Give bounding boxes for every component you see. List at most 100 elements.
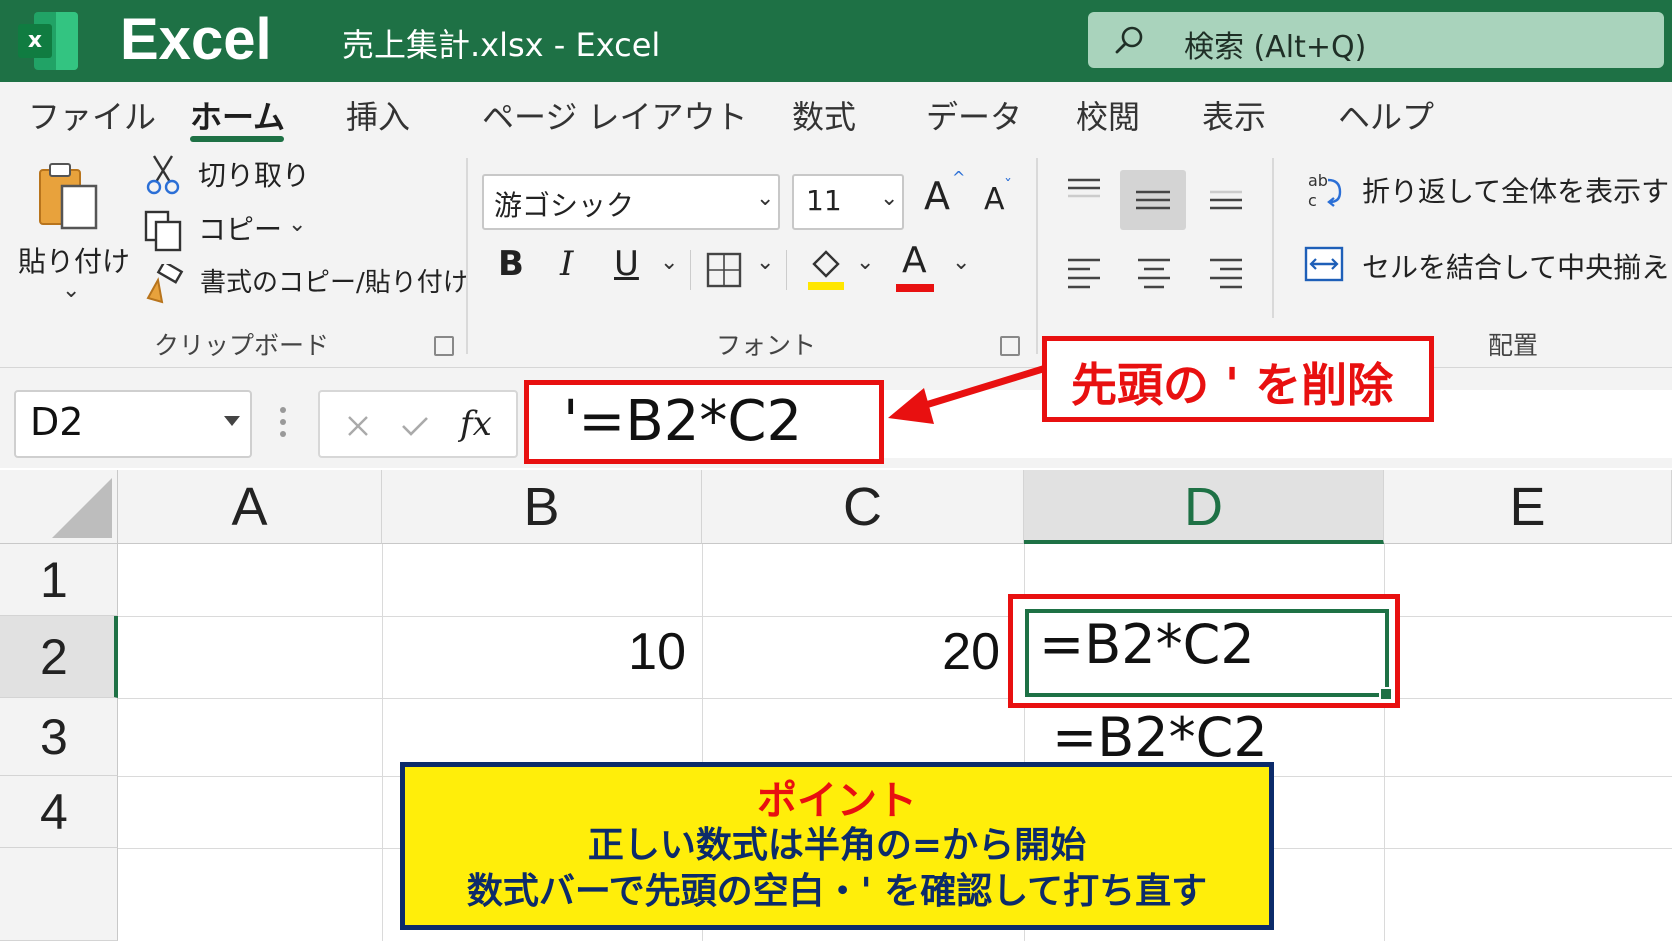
format-painter-icon[interactable]	[144, 264, 184, 304]
tab-formulas[interactable]: 数式	[792, 92, 856, 138]
select-all-button[interactable]	[0, 470, 118, 544]
align-left-icon[interactable]	[1066, 256, 1102, 292]
name-box[interactable]: D2	[14, 390, 252, 458]
font-color-dropdown-icon[interactable]: ⌄	[952, 250, 970, 275]
column-header-c[interactable]: C	[702, 470, 1024, 544]
paste-label: 貼り付け	[18, 245, 131, 278]
row-header-3[interactable]: 3	[0, 698, 118, 776]
tab-help[interactable]: ヘルプ	[1338, 92, 1434, 138]
fill-color-dropdown-icon[interactable]: ⌄	[856, 250, 874, 275]
callout-text: 先頭の ' を削除	[1071, 358, 1394, 412]
borders-dropdown-icon[interactable]: ⌄	[756, 250, 774, 275]
tab-file[interactable]: ファイル	[28, 92, 156, 138]
merge-dropdown-icon[interactable]: ⌄	[1652, 250, 1670, 275]
cell-c2[interactable]: 20	[720, 622, 1000, 682]
font-group-label: フォント	[716, 331, 817, 360]
row-header-5[interactable]	[0, 848, 118, 941]
cut-button[interactable]: 切り取り	[198, 154, 310, 194]
tab-home[interactable]: ホーム	[190, 92, 285, 138]
grow-font-arrow-icon: ^	[952, 168, 966, 187]
column-header-a[interactable]: A	[118, 470, 382, 544]
column-header-d[interactable]: D	[1024, 470, 1384, 544]
tab-insert[interactable]: 挿入	[346, 92, 410, 138]
borders-icon[interactable]	[706, 252, 742, 288]
ribbon-tabs: ファイル ホーム 挿入 ページ レイアウト 数式 データ 校閲 表示 ヘルプ	[0, 82, 1672, 146]
align-top-icon[interactable]	[1066, 176, 1102, 206]
chevron-down-icon: ⌄	[880, 186, 899, 211]
column-header-b[interactable]: B	[382, 470, 702, 544]
tab-data[interactable]: データ	[926, 92, 1022, 138]
font-size-dropdown[interactable]: 11 ⌄	[792, 174, 904, 230]
font-color-swatch	[896, 284, 934, 292]
gridline	[382, 544, 383, 941]
column-header-e[interactable]: E	[1384, 470, 1672, 544]
chevron-down-icon: ⌄	[756, 186, 775, 211]
cancel-icon[interactable]	[346, 414, 370, 438]
align-right-icon[interactable]	[1208, 256, 1244, 292]
cell-b2[interactable]: 10	[400, 622, 686, 682]
divider	[786, 250, 787, 290]
point-note: ポイント 正しい数式は半角の=から開始 数式バーで先頭の空白・' を確認して打ち…	[400, 762, 1274, 930]
fill-color-icon[interactable]	[806, 246, 846, 292]
tab-review[interactable]: 校閲	[1076, 92, 1140, 138]
tab-page-layout[interactable]: ページ レイアウト	[482, 92, 748, 138]
callout-arrow-icon	[888, 364, 1048, 424]
merge-center-icon[interactable]	[1304, 244, 1344, 284]
app-name: Excel	[120, 7, 272, 72]
point-line-1: 正しい数式は半角の=から開始	[587, 825, 1087, 866]
align-center-icon[interactable]	[1136, 256, 1172, 292]
search-box[interactable]: 検索 (Alt+Q)	[1088, 12, 1664, 68]
bold-button[interactable]: B	[498, 244, 524, 284]
clipboard-dialog-launcher-icon[interactable]	[434, 336, 454, 356]
format-painter-button[interactable]: 書式のコピー/貼り付け	[200, 262, 469, 299]
formula-input[interactable]: '=B2*C2	[524, 380, 884, 464]
fill-handle[interactable]	[1379, 687, 1393, 701]
wrap-text-icon[interactable]: ab c	[1306, 170, 1344, 210]
formula-tools: fx	[318, 390, 518, 458]
cell-d3[interactable]: =B2*C2	[1052, 706, 1268, 769]
font-dialog-launcher-icon[interactable]	[1000, 336, 1020, 356]
paste-dropdown-icon[interactable]: ⌄	[62, 278, 80, 303]
font-size-value: 11	[806, 184, 842, 217]
merge-center-button[interactable]: セルを結合して中央揃え	[1362, 246, 1669, 286]
copy-icon[interactable]	[144, 210, 184, 252]
clipboard-group-label: クリップボード	[154, 331, 330, 360]
align-middle-button[interactable]	[1120, 170, 1186, 230]
paste-icon	[39, 163, 98, 230]
excel-logo-icon: x	[18, 12, 80, 70]
point-title: ポイント	[757, 778, 917, 824]
row-header-4[interactable]: 4	[0, 776, 118, 848]
grow-font-button[interactable]: A	[924, 174, 950, 218]
font-name-dropdown[interactable]: 游ゴシック ⌄	[482, 174, 780, 230]
name-box-value: D2	[30, 400, 84, 444]
align-bottom-icon[interactable]	[1208, 182, 1244, 212]
formula-value: '=B2*C2	[563, 389, 803, 454]
copy-dropdown-icon[interactable]: ⌄	[288, 212, 306, 237]
insert-function-button[interactable]: fx	[460, 404, 492, 444]
font-name-value: 游ゴシック	[494, 189, 635, 222]
tab-view[interactable]: 表示	[1202, 92, 1266, 138]
cell-d2-highlight: =B2*C2	[1008, 594, 1400, 708]
underline-dropdown-icon[interactable]: ⌄	[660, 250, 678, 275]
group-separator	[1272, 158, 1274, 318]
wrap-text-button[interactable]: 折り返して全体を表示する	[1362, 170, 1672, 210]
alignment-group-label: 配置	[1488, 331, 1539, 360]
row-header-1[interactable]: 1	[0, 544, 118, 616]
cut-icon[interactable]	[146, 154, 180, 196]
gridline	[118, 698, 1672, 699]
shrink-font-button[interactable]: A	[984, 182, 1005, 217]
row-header-2[interactable]: 2	[0, 616, 118, 698]
italic-button[interactable]: I	[560, 244, 573, 284]
more-options-icon[interactable]	[280, 404, 286, 440]
font-color-button[interactable]: A	[902, 240, 927, 281]
title-bar: x Excel 売上集計.xlsx - Excel 検索 (Alt+Q)	[0, 0, 1672, 82]
caret-down-icon[interactable]	[224, 416, 240, 426]
group-separator	[466, 158, 468, 354]
active-tab-indicator	[190, 136, 284, 142]
svg-text:ab: ab	[1308, 171, 1328, 190]
underline-button[interactable]: U	[614, 244, 639, 284]
enter-check-icon[interactable]	[400, 414, 430, 438]
divider	[690, 250, 691, 290]
paste-button[interactable]: 貼り付け ⌄	[14, 156, 130, 306]
copy-button[interactable]: コピー	[198, 208, 282, 248]
